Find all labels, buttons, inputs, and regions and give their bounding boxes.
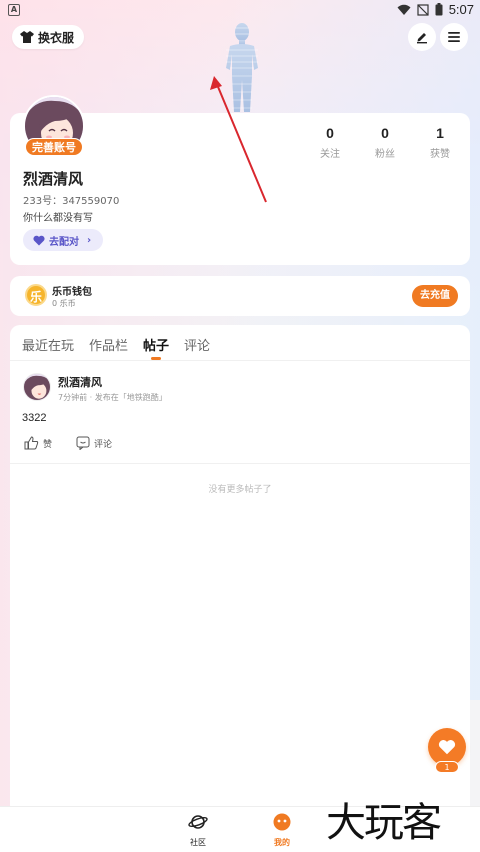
user-bio: 你什么都没有写 — [23, 213, 93, 224]
tab-bar: 最近在玩 作品栏 帖子 评论 — [22, 335, 210, 361]
stat-fans[interactable]: 0 粉丝 — [365, 125, 405, 160]
go-match-label: 去配对 — [49, 236, 79, 248]
comment-icon — [76, 436, 90, 450]
tab-posts-label: 帖子 — [143, 339, 170, 354]
nav-mine[interactable]: 我的 — [262, 813, 302, 848]
username: 烈酒清风 — [23, 170, 84, 188]
stat-fans-label: 粉丝 — [375, 149, 395, 160]
stat-following[interactable]: 0 关注 — [310, 125, 350, 160]
nav-community-label: 社区 — [190, 838, 206, 847]
annotation-arrow — [210, 76, 267, 203]
heart-icon — [438, 740, 456, 755]
comment-button[interactable]: 评论 — [76, 436, 112, 450]
tab-posts[interactable]: 帖子 — [143, 335, 169, 361]
heart-icon — [33, 235, 45, 245]
recharge-button[interactable]: 去充值 — [412, 285, 458, 307]
tshirt-icon — [20, 31, 34, 43]
stat-fans-value: 0 — [381, 125, 389, 141]
wallet-card[interactable]: 乐 乐币钱包 0 乐币 去充值 — [10, 276, 470, 316]
divider — [10, 360, 470, 361]
coin-icon: 乐 — [25, 284, 47, 306]
like-button[interactable]: 赞 — [24, 436, 52, 450]
nav-mine-label: 我的 — [274, 838, 290, 847]
anime-girl-avatar-image — [24, 374, 50, 400]
edit-profile-button[interactable] — [408, 23, 436, 51]
wallet-title: 乐币钱包 — [52, 287, 92, 298]
smiley-icon — [273, 813, 291, 831]
tab-works-label: 作品栏 — [89, 339, 129, 354]
stat-following-label: 关注 — [320, 149, 340, 160]
battery-icon — [435, 3, 443, 16]
comment-label: 评论 — [94, 439, 113, 450]
stat-following-value: 0 — [326, 125, 334, 141]
fab-count-badge: 1 — [435, 761, 459, 773]
watermark-logo: 大玩客 — [326, 800, 442, 846]
wifi-icon — [397, 4, 411, 15]
status-bar: A 5:07 — [0, 0, 480, 22]
app-notification-icon: A — [8, 4, 20, 16]
user-id: 233号：347559070 — [23, 196, 120, 207]
hamburger-icon — [448, 32, 460, 42]
signal-off-icon — [417, 3, 429, 16]
wallet-balance: 0 乐币 — [52, 299, 76, 308]
pencil-icon — [417, 33, 427, 44]
tab-recently-played-label: 最近在玩 — [22, 339, 75, 354]
content-card: 最近在玩 作品栏 帖子 评论 烈酒清风 7分钟前 · 发布在「地铁跑酷」 332… — [10, 325, 470, 815]
change-outfit-button[interactable]: 换衣服 — [12, 25, 85, 49]
chevron-right-icon: › — [87, 234, 92, 246]
tab-comments[interactable]: 评论 — [184, 335, 210, 361]
change-outfit-label: 换衣服 — [38, 30, 75, 45]
stat-likes[interactable]: 1 获赞 — [420, 125, 460, 160]
nav-community[interactable]: 社区 — [178, 813, 218, 848]
post-body[interactable]: 3322 — [22, 412, 46, 424]
post-author-avatar[interactable] — [23, 373, 51, 401]
post-author-name[interactable]: 烈酒清风 — [58, 374, 102, 390]
go-match-button[interactable]: 去配对 › — [23, 229, 103, 251]
like-label: 赞 — [43, 439, 53, 450]
tab-comments-label: 评论 — [184, 339, 211, 354]
thumbs-up-icon — [24, 436, 39, 450]
menu-button[interactable] — [440, 23, 468, 51]
complete-account-badge[interactable]: 完善账号 — [25, 138, 83, 156]
planet-icon — [188, 815, 208, 829]
no-more-posts-text: 没有更多帖子了 — [208, 485, 272, 495]
clock: 5:07 — [448, 2, 474, 17]
divider — [10, 463, 470, 464]
tab-works[interactable]: 作品栏 — [89, 335, 128, 361]
post-meta: 7分钟前 · 发布在「地铁跑酷」 — [58, 393, 167, 402]
stat-likes-label: 获赞 — [430, 149, 450, 160]
stat-likes-value: 1 — [436, 125, 444, 141]
tab-recently-played[interactable]: 最近在玩 — [22, 335, 74, 361]
